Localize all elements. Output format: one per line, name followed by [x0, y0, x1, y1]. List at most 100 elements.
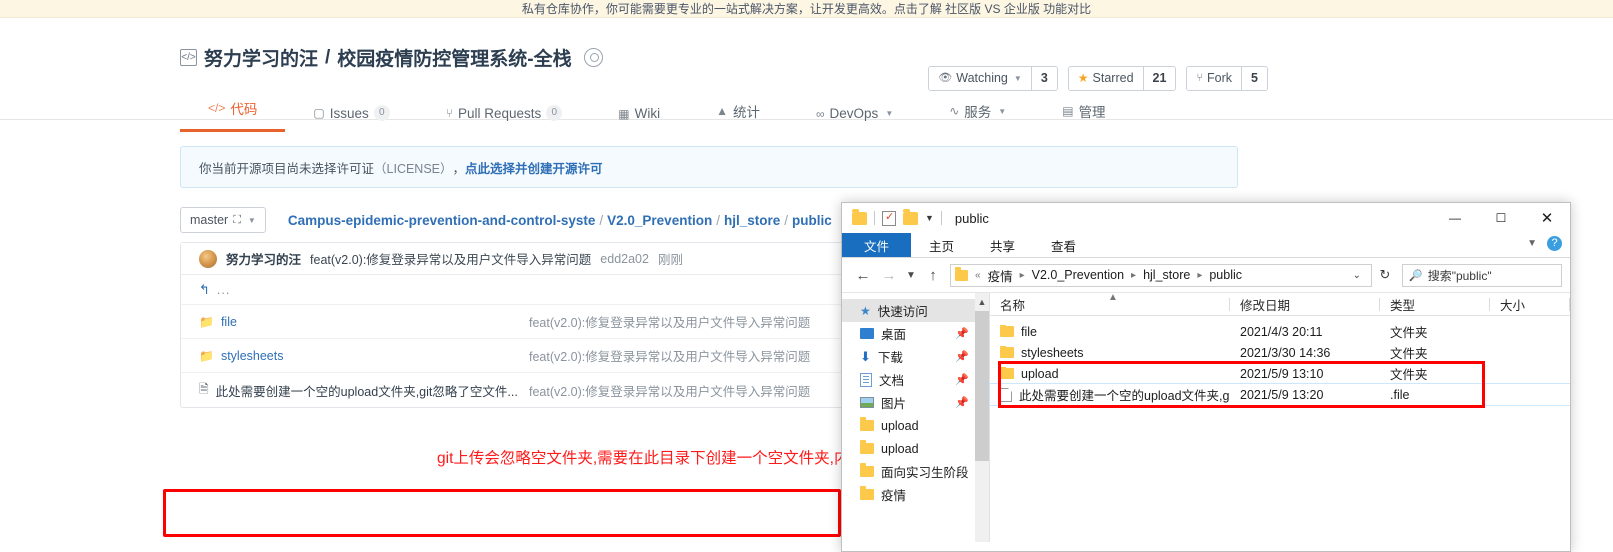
breadcrumb-item-2[interactable]: hjl_store [724, 213, 780, 228]
list-item[interactable]: 此处需要创建一个空的upload文件夹,git... 2021/5/9 13:2… [989, 383, 1570, 406]
address-crumb-2[interactable]: hjl_store [1143, 268, 1190, 282]
breadcrumb-item-0[interactable]: Campus-epidemic-prevention-and-control-s… [288, 213, 596, 228]
refresh-icon[interactable]: ↻ [1372, 267, 1398, 283]
address-dropdown-icon[interactable]: ⌄ [1353, 270, 1367, 281]
watch-button-group[interactable]: 👁 Watching ▼ 3 [928, 66, 1058, 91]
star-button-group[interactable]: ★ Starred 21 [1067, 66, 1177, 91]
fork-button[interactable]: ⑂ Fork [1187, 67, 1242, 90]
branch-selector[interactable]: master ⛶ ▼ [180, 207, 266, 233]
scrollbar-thumb[interactable] [975, 311, 989, 461]
pin-icon[interactable]: 📌 [955, 350, 969, 363]
list-item[interactable]: upload 2021/5/9 13:10 文件夹 [990, 363, 1570, 384]
fork-count[interactable]: 5 [1241, 67, 1267, 90]
search-input[interactable]: 🔍 搜索"public" [1402, 263, 1562, 287]
explorer-file-list: 名称 ▲ 修改日期 类型 大小 file 2021/4/3 20:11 文件夹 … [989, 291, 1570, 542]
chevron-right-icon: ▸ [1131, 269, 1137, 281]
breadcrumb-item-3[interactable]: public [792, 213, 832, 228]
pin-icon[interactable]: 📌 [955, 373, 969, 386]
up-button[interactable]: ↑ [920, 267, 946, 284]
ribbon-tab-file[interactable]: 文件 [842, 233, 912, 257]
star-count[interactable]: 21 [1142, 67, 1176, 90]
commit-message[interactable]: feat(v2.0):修复登录异常以及用户文件导入异常问题 [310, 249, 591, 268]
list-item[interactable]: file 2021/4/3 20:11 文件夹 [990, 321, 1570, 342]
folder-icon [860, 417, 874, 431]
ribbon-tab-view[interactable]: 查看 [1033, 233, 1094, 257]
chevron-down-icon[interactable]: ▼ [925, 213, 934, 223]
folder-icon[interactable] [852, 208, 867, 225]
ribbon-tab-share[interactable]: 共享 [972, 233, 1033, 257]
explorer-ribbon-tabs: 文件 主页 共享 查看 ▼ ? [842, 233, 1570, 258]
scroll-up-button[interactable]: ▲ [975, 293, 989, 311]
nav-item-desktop[interactable]: 桌面 📌 [842, 322, 989, 345]
address-crumb-3[interactable]: public [1209, 268, 1242, 282]
tab-issues-label: Issues [329, 105, 369, 121]
fork-button-group[interactable]: ⑂ Fork 5 [1186, 66, 1268, 91]
explorer-titlebar: ▼ public — ☐ ✕ [842, 203, 1570, 233]
parent-directory-link[interactable]: ↰ ... [199, 282, 529, 298]
nav-item-upload-2[interactable]: upload [842, 437, 989, 460]
license-alert[interactable]: 你当前开源项目尚未选择许可证 （LICENSE） ， 点此选择并创建开源许可 [180, 146, 1238, 188]
license-alert-link[interactable]: 点此选择并创建开源许可 [465, 158, 603, 177]
new-folder-icon[interactable] [903, 208, 918, 225]
file-name-cell[interactable]: 📁 file [199, 315, 529, 329]
ribbon-right-controls: ▼ ? [1527, 236, 1562, 251]
maximize-button[interactable]: ☐ [1478, 203, 1524, 233]
nav-item-pictures[interactable]: 图片 📌 [842, 391, 989, 414]
pin-icon[interactable]: 📌 [955, 396, 969, 409]
commit-author[interactable]: 努力学习的汪 [226, 249, 301, 268]
star-icon: ★ [1077, 71, 1089, 85]
address-crumb-1[interactable]: V2.0_Prevention [1032, 268, 1124, 282]
watch-button[interactable]: 👁 Watching ▼ [929, 67, 1031, 90]
nav-item-label: upload [881, 418, 919, 433]
watch-count[interactable]: 3 [1030, 67, 1057, 90]
commit-sha[interactable]: edd2a02 [600, 252, 649, 266]
column-header-name[interactable]: 名称 ▲ [990, 291, 1230, 314]
address-crumb-0[interactable]: 疫情 [988, 266, 1013, 285]
folder-icon [860, 440, 874, 454]
column-header-date[interactable]: 修改日期 [1230, 295, 1380, 314]
file-name-cell[interactable]: 🗎 此处需要创建一个空的upload文件夹,git忽略了空文件... [199, 380, 529, 401]
folder-icon [860, 486, 874, 500]
nav-item-upload-1[interactable]: upload [842, 414, 989, 437]
file-name-cell[interactable]: 📁 stylesheets [199, 349, 529, 363]
close-button[interactable]: ✕ [1524, 203, 1570, 233]
nav-item-downloads[interactable]: ⬇ 下载 📌 [842, 345, 989, 368]
help-icon[interactable]: ? [1547, 236, 1562, 251]
sort-ascending-icon: ▲ [1108, 291, 1118, 303]
column-header-type[interactable]: 类型 [1380, 295, 1490, 314]
back-button[interactable]: ← [850, 267, 876, 284]
nav-item-internship[interactable]: 面向实习生阶段 [842, 460, 989, 483]
tab-services-label: 服务 [964, 105, 992, 120]
nav-scrollbar[interactable] [975, 311, 989, 542]
chart-icon: ▲ [716, 104, 728, 118]
ribbon-tab-home[interactable]: 主页 [911, 233, 972, 257]
folder-icon [1000, 345, 1014, 358]
nav-item-yiqing[interactable]: 疫情 [842, 483, 989, 506]
pin-icon[interactable]: 📌 [955, 327, 969, 340]
file-name-cell: 此处需要创建一个空的upload文件夹,git... [990, 385, 1230, 404]
promo-banner[interactable]: 私有仓库协作，你可能需要更专业的一站式解决方案，让开发更高效。点击了解 社区版 … [0, 0, 1613, 18]
nav-item-documents[interactable]: 文档 📌 [842, 368, 989, 391]
chevron-right-icon: ▸ [1019, 269, 1025, 281]
explorer-main: ★ 快速访问 桌面 📌 ⬇ 下载 📌 文档 📌 图片 📌 upload uplo… [842, 292, 1570, 542]
star-button[interactable]: ★ Starred [1068, 67, 1143, 90]
breadcrumb-item-1[interactable]: V2.0_Prevention [607, 213, 712, 228]
nav-item-label: 图片 [881, 397, 907, 411]
repo-owner-link[interactable]: 努力学习的汪 [204, 44, 318, 71]
minimize-button[interactable]: — [1432, 203, 1478, 233]
tab-code-label: 代码 [230, 102, 258, 117]
properties-icon[interactable] [882, 210, 896, 226]
divider [940, 211, 942, 225]
file-name-cell: stylesheets [990, 345, 1230, 360]
nav-item-quick-access[interactable]: ★ 快速访问 [842, 299, 989, 322]
chevron-down-icon[interactable]: ▼ [1527, 238, 1537, 249]
column-header-size[interactable]: 大小 [1490, 295, 1570, 314]
file-commit-message: feat(v2.0):修复登录异常以及用户文件导入异常问题 [529, 350, 811, 364]
recent-locations-button[interactable]: ▼ [902, 270, 920, 281]
address-bar-input[interactable]: « 疫情 ▸ V2.0_Prevention ▸ hjl_store ▸ pub… [950, 263, 1372, 287]
file-name-label: stylesheets [1021, 345, 1084, 360]
list-item[interactable]: stylesheets 2021/3/30 14:36 文件夹 [990, 342, 1570, 363]
repo-name-link[interactable]: 校园疫情防控管理系统-全栈 [337, 44, 571, 71]
annotation-red-box-page [163, 489, 841, 537]
explorer-addressbar: ← → ▼ ↑ « 疫情 ▸ V2.0_Prevention ▸ hjl_sto… [842, 258, 1570, 292]
